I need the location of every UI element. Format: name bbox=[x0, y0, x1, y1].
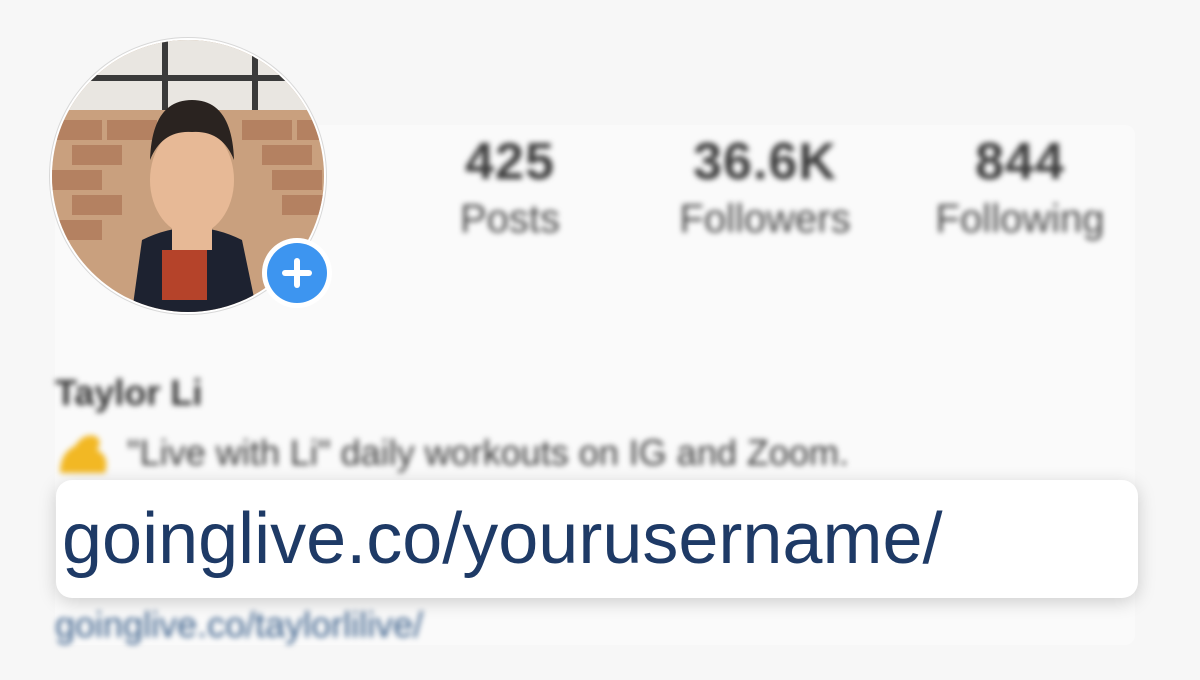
stat-value: 36.6K bbox=[693, 133, 837, 191]
stat-value: 844 bbox=[975, 133, 1065, 191]
stat-label: Followers bbox=[679, 197, 851, 241]
stat-following[interactable]: 844 Following bbox=[920, 130, 1120, 244]
stat-label: Following bbox=[935, 197, 1105, 241]
stat-value: 425 bbox=[465, 133, 555, 191]
profile-bio: "Live with Li" daily workouts on IG and … bbox=[55, 428, 849, 478]
bio-text: "Live with Li" daily workouts on IG and … bbox=[127, 432, 849, 473]
flexed-biceps-icon bbox=[55, 428, 115, 478]
stat-followers[interactable]: 36.6K Followers bbox=[660, 130, 870, 244]
stat-label: Posts bbox=[459, 197, 561, 241]
profile-name: Taylor Li bbox=[55, 372, 203, 413]
stat-posts[interactable]: 425 Posts bbox=[440, 130, 580, 244]
url-callout: goinglive.co/yourusername/ bbox=[56, 480, 1138, 598]
callout-url: goinglive.co/yourusername/ bbox=[62, 499, 943, 579]
profile-stats: 425 Posts 36.6K Followers 844 Following bbox=[0, 130, 1200, 270]
profile-link[interactable]: goinglive.co/taylorlilive/ bbox=[55, 604, 423, 646]
